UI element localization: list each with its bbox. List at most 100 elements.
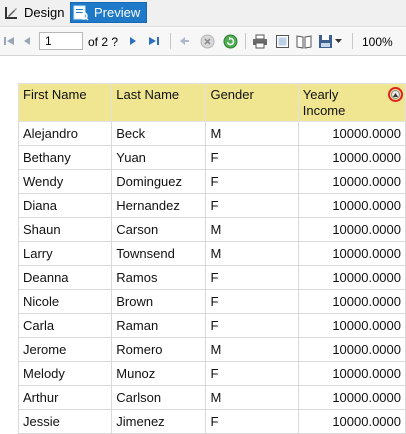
first-name-cell: Wendy <box>17 169 113 194</box>
first-name-cell: Nicole <box>17 289 113 314</box>
back-button[interactable] <box>176 32 192 50</box>
last-name-cell: Yuan <box>111 145 207 170</box>
sort-arrow-icon <box>391 90 400 99</box>
last-name-cell: Brown <box>111 289 207 314</box>
table-header-row: First Name Last Name Gender Yearly Incom… <box>17 83 406 122</box>
gender-cell: M <box>205 241 299 266</box>
interactive-sort-button[interactable] <box>388 87 403 102</box>
yearly-income-cell: 10000.0000 <box>297 361 406 386</box>
gender-cell: F <box>205 313 299 338</box>
design-icon <box>3 5 19 21</box>
yearly-income-cell: 10000.0000 <box>297 289 406 314</box>
last-name-cell: Ramos <box>111 265 207 290</box>
column-header-yearly-income: Yearly Income <box>297 83 406 122</box>
print-layout-button[interactable] <box>273 32 291 50</box>
last-name-cell: Munoz <box>111 361 207 386</box>
table-row: Diana Hernandez F 10000.0000 <box>17 193 406 218</box>
page-setup-button[interactable] <box>295 32 313 50</box>
last-name-cell: Romero <box>111 337 207 362</box>
table-row: Carla Raman F 10000.0000 <box>17 313 406 338</box>
yearly-income-cell: 10000.0000 <box>297 241 406 266</box>
toolbar-separator <box>170 33 171 49</box>
tab-design[interactable]: Design <box>3 2 67 23</box>
next-page-button[interactable] <box>126 32 140 50</box>
yearly-income-cell: 10000.0000 <box>297 409 406 434</box>
column-header-last-name: Last Name <box>111 83 207 122</box>
toolbar-separator <box>352 33 353 49</box>
chevron-down-icon <box>335 39 342 43</box>
tab-preview-label: Preview <box>94 5 141 20</box>
first-name-cell: Alejandro <box>17 121 113 146</box>
refresh-button[interactable] <box>221 32 239 50</box>
gender-cell: F <box>205 145 299 170</box>
report-toolbar: of 2 ? 100% <box>0 28 406 56</box>
last-name-cell: Jimenez <box>111 409 207 434</box>
table-row: Bethany Yuan F 10000.0000 <box>17 145 406 170</box>
first-name-cell: Shaun <box>17 217 113 242</box>
table-row: Melody Munoz F 10000.0000 <box>17 361 406 386</box>
export-button[interactable] <box>317 32 343 50</box>
table-row: Larry Townsend M 10000.0000 <box>17 241 406 266</box>
first-name-cell: Arthur <box>17 385 113 410</box>
last-name-cell: Townsend <box>111 241 207 266</box>
gender-cell: M <box>205 217 299 242</box>
gender-cell: F <box>205 289 299 314</box>
gender-cell: F <box>205 409 299 434</box>
save-disk-icon <box>319 34 332 48</box>
first-name-cell: Melody <box>17 361 113 386</box>
next-page-icon <box>130 37 136 45</box>
last-name-cell: Dominguez <box>111 169 207 194</box>
print-button[interactable] <box>251 32 269 50</box>
toolbar-separator <box>245 33 246 49</box>
table-row: Jessie Jimenez F 10000.0000 <box>17 409 406 434</box>
previous-page-button[interactable] <box>20 32 34 50</box>
last-name-cell: Raman <box>111 313 207 338</box>
page-setup-icon <box>296 34 312 49</box>
last-page-button[interactable] <box>146 32 162 50</box>
first-name-cell: Bethany <box>17 145 113 170</box>
yearly-income-cell: 10000.0000 <box>297 217 406 242</box>
column-header-gender: Gender <box>205 83 299 122</box>
zoom-level[interactable]: 100% <box>362 35 393 49</box>
tab-design-label: Design <box>24 5 65 20</box>
table-row: Shaun Carson M 10000.0000 <box>17 217 406 242</box>
yearly-income-cell: 10000.0000 <box>297 313 406 338</box>
yearly-income-cell: 10000.0000 <box>297 121 406 146</box>
stop-icon <box>200 34 214 48</box>
table-row: Deanna Ramos F 10000.0000 <box>17 265 406 290</box>
column-header-first-name: First Name <box>17 83 113 122</box>
yearly-income-label-line-1: Yearly <box>302 87 339 102</box>
gender-cell: M <box>205 337 299 362</box>
refresh-icon <box>223 34 237 48</box>
previous-page-icon <box>24 37 30 45</box>
last-name-cell: Carlson <box>111 385 207 410</box>
preview-icon <box>73 5 89 21</box>
yearly-income-cell: 10000.0000 <box>297 385 406 410</box>
first-name-cell: Jerome <box>17 337 113 362</box>
yearly-income-header-content: Yearly Income <box>302 87 403 118</box>
gender-cell: M <box>205 121 299 146</box>
print-layout-icon <box>275 34 289 48</box>
gender-cell: F <box>205 193 299 218</box>
first-page-button[interactable] <box>2 32 16 50</box>
page-number-input[interactable] <box>39 32 83 50</box>
gender-cell: F <box>205 265 299 290</box>
yearly-income-label-line-2: Income <box>302 103 346 118</box>
table-row: Alejandro Beck M 10000.0000 <box>17 121 406 146</box>
table-row: Wendy Dominguez F 10000.0000 <box>17 169 406 194</box>
stop-button[interactable] <box>198 32 216 50</box>
last-name-cell: Carson <box>111 217 207 242</box>
first-name-cell: Larry <box>17 241 113 266</box>
gender-cell: F <box>205 361 299 386</box>
first-name-cell: Diana <box>17 193 113 218</box>
first-name-cell: Jessie <box>17 409 113 434</box>
view-tabstrip: Design Preview <box>0 0 406 27</box>
page-count-label: of 2 ? <box>88 35 119 49</box>
yearly-income-cell: 10000.0000 <box>297 265 406 290</box>
back-arrow-icon <box>180 37 189 45</box>
first-name-cell: Deanna <box>17 265 113 290</box>
tab-preview[interactable]: Preview <box>70 2 147 23</box>
table-row: Nicole Brown F 10000.0000 <box>17 289 406 314</box>
gender-cell: M <box>205 385 299 410</box>
gender-cell: F <box>205 169 299 194</box>
